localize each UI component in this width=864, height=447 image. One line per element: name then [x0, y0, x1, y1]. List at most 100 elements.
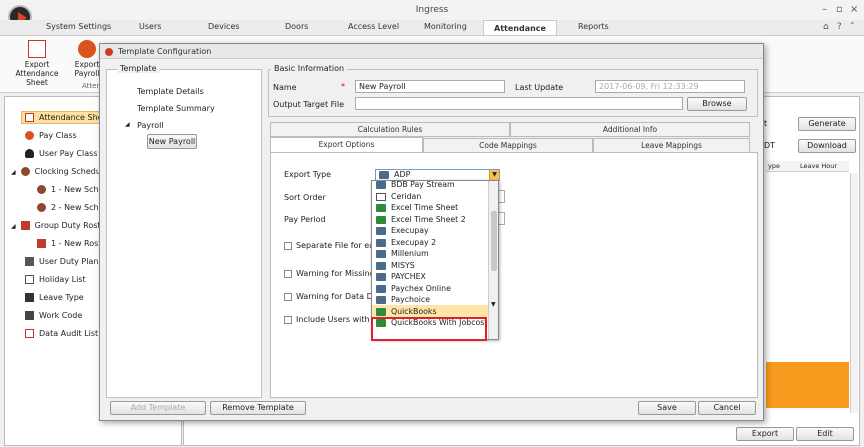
- grid-scrollbar[interactable]: [850, 173, 858, 413]
- tab-export-options[interactable]: Export Options: [270, 137, 423, 153]
- chevron-down-icon[interactable]: ▼: [489, 170, 499, 180]
- sort-order-label: Sort Order: [284, 193, 326, 202]
- clock-icon: [37, 185, 46, 194]
- menu-monitoring[interactable]: Monitoring: [424, 22, 467, 31]
- tree-item-group-duty-roster[interactable]: ◢ Group Duty Roster: [11, 221, 109, 230]
- include-users-label: Include Users with no: [296, 315, 383, 324]
- quickbooks-icon: [376, 307, 386, 316]
- money-bag-icon: [78, 40, 96, 58]
- dropdown-option[interactable]: Millenium: [376, 248, 429, 259]
- template-details-item[interactable]: Template Details: [137, 87, 204, 96]
- dropdown-option-quickbooks[interactable]: QuickBooks: [376, 306, 437, 317]
- cancel-button[interactable]: Cancel: [698, 401, 756, 415]
- template-summary-item[interactable]: Template Summary: [137, 104, 215, 113]
- export-payroll-button[interactable]: Export Payroll: [72, 40, 102, 78]
- remove-template-button[interactable]: Remove Template: [210, 401, 306, 415]
- edit-button[interactable]: Edit: [796, 427, 854, 441]
- tab-leave-mappings[interactable]: Leave Mappings: [593, 138, 750, 153]
- minimize-icon[interactable]: –: [822, 4, 827, 15]
- dropdown-option[interactable]: Paychex Online: [376, 283, 451, 294]
- menu-access-level[interactable]: Access Level: [348, 22, 399, 31]
- dropdown-option[interactable]: Excel Time Sheet: [376, 202, 458, 213]
- grid-header: ype Leave Hour: [766, 161, 849, 172]
- generate-button[interactable]: Generate: [798, 117, 856, 131]
- planner-icon: [25, 257, 34, 266]
- help-icon[interactable]: ?: [837, 22, 842, 32]
- restore-icon[interactable]: ▫: [836, 4, 843, 15]
- tree-label: Clocking Schedule: [34, 167, 109, 176]
- tree-item-clocking-schedule[interactable]: ◢ Clocking Schedule: [11, 167, 108, 176]
- tree-item-user-pay-class[interactable]: User Pay Class: [25, 149, 97, 158]
- tree-item-pay-class[interactable]: Pay Class: [25, 131, 77, 140]
- payroll-item[interactable]: Payroll: [137, 121, 164, 130]
- export-payroll-label: Export Payroll: [74, 60, 100, 78]
- checkbox-box[interactable]: [284, 292, 292, 301]
- expand-arrow-icon[interactable]: ◢: [125, 121, 130, 128]
- sheet-icon: [25, 113, 34, 122]
- home-icon[interactable]: ⌂: [823, 22, 829, 32]
- checkbox-box[interactable]: [284, 315, 292, 324]
- tab-calculation-rules[interactable]: Calculation Rules: [270, 122, 510, 137]
- window-title: Ingress: [0, 0, 864, 20]
- tree-label: Holiday List: [39, 275, 86, 284]
- option-label: Paychex Online: [391, 283, 451, 293]
- menu-attendance[interactable]: Attendance: [483, 20, 557, 35]
- checkbox-box[interactable]: [284, 269, 292, 278]
- export-button[interactable]: Export: [736, 427, 794, 441]
- expand-arrow-icon[interactable]: ◢: [11, 223, 16, 230]
- save-button[interactable]: Save: [638, 401, 696, 415]
- tab-code-mappings[interactable]: Code Mappings: [423, 138, 593, 153]
- menu-users[interactable]: Users: [139, 22, 161, 31]
- tree-label: Group Duty Roster: [34, 221, 109, 230]
- dropdown-option[interactable]: Execupay: [376, 225, 429, 236]
- close-icon[interactable]: ×: [850, 4, 858, 15]
- user-icon: [25, 149, 34, 158]
- menu-reports[interactable]: Reports: [578, 22, 609, 31]
- browse-button[interactable]: Browse: [687, 97, 747, 111]
- tree-item-attendance-sheet[interactable]: Attendance Sheet: [25, 113, 111, 122]
- clock-icon: [37, 203, 46, 212]
- dropdown-scrollbar[interactable]: ▼: [488, 181, 498, 339]
- tree-label: User Pay Class: [39, 149, 98, 158]
- warning-data-checkbox[interactable]: Warning for Data Dow: [284, 292, 384, 301]
- tree-item-holiday-list[interactable]: Holiday List: [25, 275, 86, 284]
- scroll-down-icon[interactable]: ▼: [491, 301, 496, 308]
- option-label: Paychoice: [391, 295, 430, 304]
- basic-information-group: Basic Information Name * New Payroll Las…: [268, 64, 758, 117]
- dialog-title: Template Configuration: [100, 44, 763, 59]
- tree-item-data-audit-list[interactable]: Data Audit List: [25, 329, 98, 338]
- menu-devices[interactable]: Devices: [208, 22, 240, 31]
- excel-icon: [376, 215, 386, 224]
- new-payroll-template-button[interactable]: New Payroll: [147, 134, 197, 149]
- expand-arrow-icon[interactable]: ◢: [11, 169, 16, 176]
- tree-item-work-code[interactable]: Work Code: [25, 311, 82, 320]
- tree-item-leave-type[interactable]: Leave Type: [25, 293, 84, 302]
- ribbon-collapse-icon[interactable]: ˄: [850, 22, 855, 32]
- dropdown-option[interactable]: BDB Pay Stream: [376, 181, 455, 190]
- dropdown-option[interactable]: PAYCHEX: [376, 271, 426, 282]
- option-label: Execupay: [391, 226, 429, 235]
- export-type-label: Export Type: [284, 170, 332, 179]
- dropdown-option[interactable]: Paychoice: [376, 294, 430, 305]
- add-template-button[interactable]: Add Template: [110, 401, 206, 415]
- dropdown-option[interactable]: MISYS: [376, 260, 415, 271]
- checkbox-box[interactable]: [284, 241, 292, 250]
- export-attendance-sheet-button[interactable]: Export Attendance Sheet: [6, 40, 68, 87]
- include-users-checkbox[interactable]: Include Users with no: [284, 315, 382, 324]
- dropdown-scroll-thumb[interactable]: [491, 211, 497, 271]
- dropdown-option[interactable]: Ceridan: [376, 191, 421, 202]
- tab-additional-info[interactable]: Additional Info: [510, 122, 750, 137]
- dropdown-option[interactable]: Excel Time Sheet 2: [376, 214, 466, 225]
- menu-system-settings[interactable]: System Settings: [46, 22, 111, 31]
- download-button[interactable]: Download: [798, 139, 856, 153]
- menu-doors[interactable]: Doors: [285, 22, 308, 31]
- output-target-input[interactable]: [355, 97, 683, 110]
- dropdown-option[interactable]: Execupay 2: [376, 237, 436, 248]
- output-target-label: Output Target File: [273, 100, 345, 109]
- money-bag-icon: [25, 131, 34, 140]
- name-input[interactable]: New Payroll: [355, 80, 505, 93]
- file-icon: [376, 296, 386, 304]
- column-header-leave-hour: Leave Hour: [800, 162, 838, 170]
- option-label: PAYCHEX: [391, 272, 426, 281]
- work-code-icon: [25, 311, 34, 320]
